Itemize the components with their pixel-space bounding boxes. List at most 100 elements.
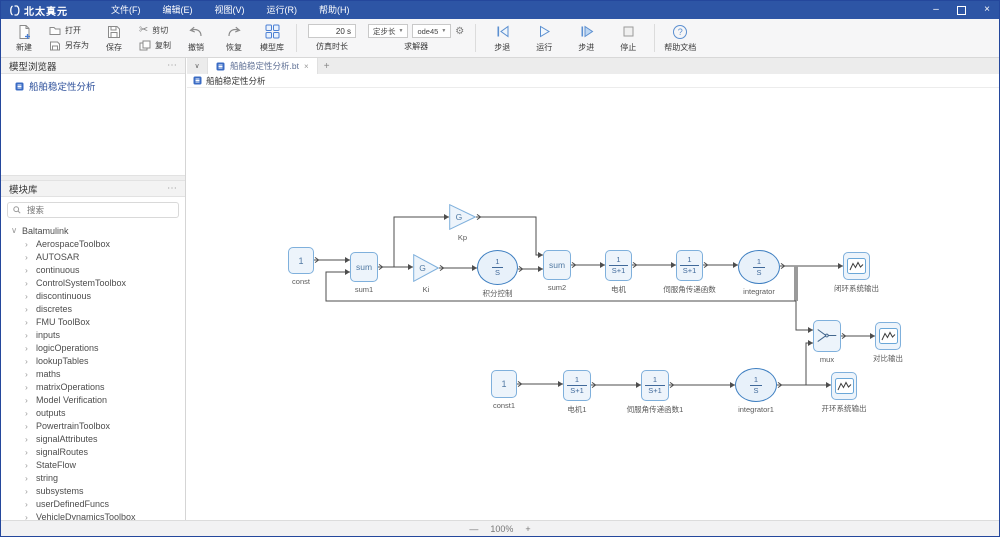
minimize-button[interactable]: – [924, 1, 948, 19]
tab-add-button[interactable]: + [318, 61, 336, 72]
zoom-in-button[interactable]: + [525, 524, 530, 534]
tree-item[interactable]: ›signalRoutes [1, 445, 185, 458]
sim-duration-field[interactable] [308, 24, 356, 38]
chevron-icon[interactable]: › [25, 499, 31, 509]
chevron-icon[interactable]: › [25, 304, 31, 314]
maximize-button[interactable] [957, 6, 966, 15]
open-button[interactable]: 打开 [49, 25, 89, 36]
tree-item[interactable]: ›discretes [1, 302, 185, 315]
chevron-icon[interactable]: › [25, 330, 31, 340]
tab-list-chevron-icon[interactable]: ∨ [187, 62, 207, 70]
chevron-icon[interactable]: › [25, 395, 31, 405]
block-integrator1[interactable]: 1S [735, 368, 777, 402]
tree-item[interactable]: ›lookupTables [1, 354, 185, 367]
breadcrumb-label[interactable]: 船舶稳定性分析 [206, 75, 266, 87]
chevron-icon[interactable]: › [25, 343, 31, 353]
block-open-loop-scope[interactable] [831, 372, 857, 400]
block-compare-scope[interactable] [875, 322, 901, 350]
solver-algorithm-dropdown[interactable]: ode45 ▼ [412, 24, 451, 38]
module-search[interactable] [7, 202, 179, 218]
block-motor[interactable]: 1S+1 [605, 250, 632, 281]
model-library-button[interactable]: 模型库 [253, 19, 291, 57]
panel-menu-icon[interactable]: ⋯ [167, 183, 177, 194]
chevron-icon[interactable]: › [25, 278, 31, 288]
block-integral-control[interactable]: 1S [477, 250, 518, 285]
menu-edit[interactable]: 编辑(E) [152, 1, 204, 19]
tree-item[interactable]: ›StateFlow [1, 458, 185, 471]
tree-item[interactable]: ›maths [1, 367, 185, 380]
menu-view[interactable]: 视图(V) [204, 1, 256, 19]
tree-item[interactable]: ›discontinuous [1, 289, 185, 302]
chevron-icon[interactable]: › [25, 460, 31, 470]
step-mode-dropdown[interactable]: 定步长 ▼ [368, 24, 408, 38]
chevron-icon[interactable]: › [25, 382, 31, 392]
tree-item[interactable]: ›FMU ToolBox [1, 315, 185, 328]
menu-file[interactable]: 文件(F) [100, 1, 152, 19]
help-doc-button[interactable]: ? 帮助文档 [660, 19, 700, 57]
tree-item[interactable]: ›AerospaceToolbox [1, 237, 185, 250]
chevron-icon[interactable]: › [25, 447, 31, 457]
tree-item[interactable]: ›string [1, 471, 185, 484]
chevron-icon[interactable]: › [25, 408, 31, 418]
block-mux[interactable] [813, 320, 841, 352]
cut-button[interactable]: ✂ 剪切 [139, 25, 171, 36]
copy-button[interactable]: 复制 [139, 40, 171, 51]
block-integrator[interactable]: 1S [738, 250, 780, 284]
block-servo-angle-tf[interactable]: 1S+1 [676, 250, 703, 281]
step-forward-button[interactable]: 步进 [565, 19, 607, 57]
zoom-out-button[interactable]: — [469, 524, 478, 534]
chevron-icon[interactable]: › [25, 486, 31, 496]
chevron-icon[interactable]: › [25, 473, 31, 483]
menu-help[interactable]: 帮助(H) [308, 1, 361, 19]
wire[interactable] [796, 301, 813, 330]
tree-item[interactable]: ›inputs [1, 328, 185, 341]
chevron-icon[interactable]: ∨ [11, 225, 17, 236]
save-button[interactable]: 保存 [95, 19, 133, 57]
tree-root-baltamulink[interactable]: ∨Baltamulink [1, 224, 185, 237]
tree-item[interactable]: ›outputs [1, 406, 185, 419]
undo-button[interactable]: 撤销 [177, 19, 215, 57]
block-closed-loop-scope[interactable] [843, 252, 870, 280]
search-input[interactable] [25, 204, 173, 216]
block-sum1[interactable]: sum [350, 252, 378, 282]
chevron-icon[interactable]: › [25, 369, 31, 379]
tree-item[interactable]: ›ControlSystemToolbox [1, 276, 185, 289]
run-button[interactable]: 运行 [523, 19, 565, 57]
tree-item[interactable]: ›userDefinedFuncs [1, 497, 185, 510]
tree-item[interactable]: ›subsystems [1, 484, 185, 497]
tab-model[interactable]: 船舶稳定性分析.bt × [207, 58, 318, 74]
tree-item[interactable]: ›Model Verification [1, 393, 185, 406]
block-Kp[interactable]: G [449, 204, 476, 230]
chevron-icon[interactable]: › [25, 252, 31, 262]
block-servo-angle-tf1[interactable]: 1S+1 [641, 370, 669, 401]
wire[interactable] [806, 343, 813, 385]
tab-close-icon[interactable]: × [304, 62, 309, 71]
new-button[interactable]: 新建 [5, 19, 43, 57]
save-as-button[interactable]: 另存为 [49, 40, 89, 51]
step-back-button[interactable]: 步退 [481, 19, 523, 57]
tree-item[interactable]: ›PowertrainToolbox [1, 419, 185, 432]
chevron-icon[interactable]: › [25, 291, 31, 301]
chevron-icon[interactable]: › [25, 265, 31, 275]
block-motor1[interactable]: 1S+1 [563, 370, 591, 401]
gear-icon[interactable]: ⚙ [455, 26, 464, 37]
chevron-icon[interactable]: › [25, 356, 31, 366]
canvas[interactable]: 1constsumsum1GKpGKi1S积分控制sumsum21S+1电机1S… [187, 88, 999, 521]
block-sum2[interactable]: sum [543, 250, 571, 280]
panel-menu-icon[interactable]: ⋯ [167, 60, 177, 71]
redo-button[interactable]: 恢复 [215, 19, 253, 57]
chevron-icon[interactable]: › [25, 317, 31, 327]
menu-run[interactable]: 运行(R) [256, 1, 309, 19]
close-button[interactable]: × [975, 1, 999, 19]
stop-button[interactable]: 停止 [607, 19, 649, 57]
tree-item[interactable]: ›signalAttributes [1, 432, 185, 445]
tree-item[interactable]: ›matrixOperations [1, 380, 185, 393]
block-Ki[interactable]: G [413, 254, 439, 282]
tree-item[interactable]: ›AUTOSAR [1, 250, 185, 263]
tree-item[interactable]: ›logicOperations [1, 341, 185, 354]
chevron-icon[interactable]: › [25, 239, 31, 249]
block-const[interactable]: 1 [288, 247, 314, 274]
model-browser-item[interactable]: 船舶稳定性分析 [1, 74, 185, 93]
chevron-icon[interactable]: › [25, 434, 31, 444]
chevron-icon[interactable]: › [25, 421, 31, 431]
